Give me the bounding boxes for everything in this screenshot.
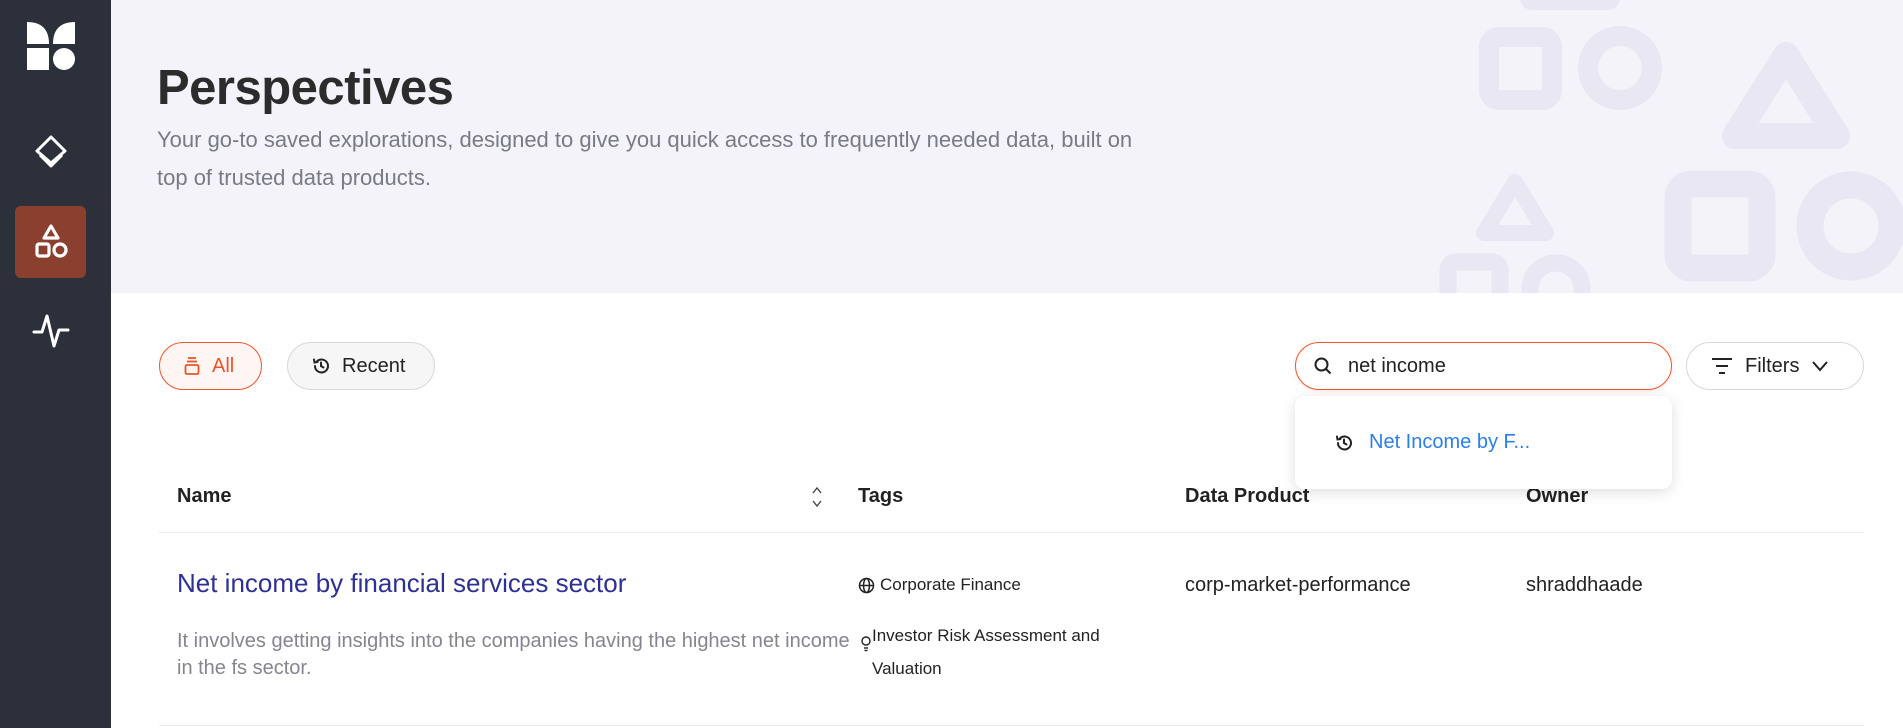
data-product-cell[interactable]: corp-market-performance: [1185, 574, 1411, 597]
history-icon: [1336, 435, 1352, 450]
activity-icon: [32, 314, 69, 348]
stack-icon: [184, 357, 200, 375]
history-icon: [313, 358, 329, 374]
sidebar-item-perspectives[interactable]: [15, 206, 86, 278]
filter-all-button[interactable]: All: [159, 342, 262, 390]
page-header: Perspectives Your go-to saved exploratio…: [111, 0, 1903, 293]
header-divider: [159, 532, 1864, 533]
suggestion-item[interactable]: Net Income by F...: [1369, 431, 1530, 454]
search-box[interactable]: [1295, 342, 1672, 390]
search-icon: [1314, 357, 1332, 375]
sort-icon[interactable]: [810, 485, 824, 509]
recent-label: Recent: [342, 354, 406, 377]
perspective-description: It involves getting insights into the co…: [177, 630, 850, 679]
lightbulb-icon: [861, 636, 871, 652]
app-logo[interactable]: [27, 22, 75, 70]
tag-label: Investor Risk Assessment and Valuation: [872, 626, 1100, 678]
shapes-icon: [34, 224, 68, 258]
chevron-down-icon: [1812, 361, 1829, 372]
all-label: All: [212, 354, 235, 377]
column-header-tags: Tags: [858, 485, 904, 507]
search-input[interactable]: [1348, 354, 1648, 378]
filter-icon: [1712, 358, 1732, 374]
column-header-name[interactable]: Name: [177, 485, 231, 508]
row-divider: [159, 725, 1864, 726]
page-title: Perspectives: [157, 61, 454, 115]
perspective-name-link[interactable]: Net income by financial services sector: [177, 568, 626, 599]
owner-cell: shraddhaade: [1526, 574, 1643, 596]
filter-recent-button[interactable]: Recent: [287, 342, 435, 390]
tag-label: Corporate Finance: [880, 575, 1021, 594]
globe-icon: [858, 577, 875, 593]
filters-label: Filters: [1745, 354, 1800, 377]
sidebar-item-activity[interactable]: [15, 294, 86, 366]
tag-item[interactable]: Investor Risk Assessment and Valuation: [858, 619, 1148, 685]
layers-icon: [35, 135, 66, 168]
page-subtitle: Your go-to saved explorations, designed …: [157, 127, 1133, 190]
filters-button[interactable]: Filters: [1686, 342, 1864, 390]
tag-item[interactable]: Corporate Finance: [858, 575, 1021, 595]
search-suggestions: Net Income by F...: [1295, 396, 1672, 489]
sidebar-item-layers[interactable]: [15, 116, 86, 188]
sidebar: [0, 0, 111, 728]
column-header-data-product: Data Product: [1185, 485, 1310, 507]
